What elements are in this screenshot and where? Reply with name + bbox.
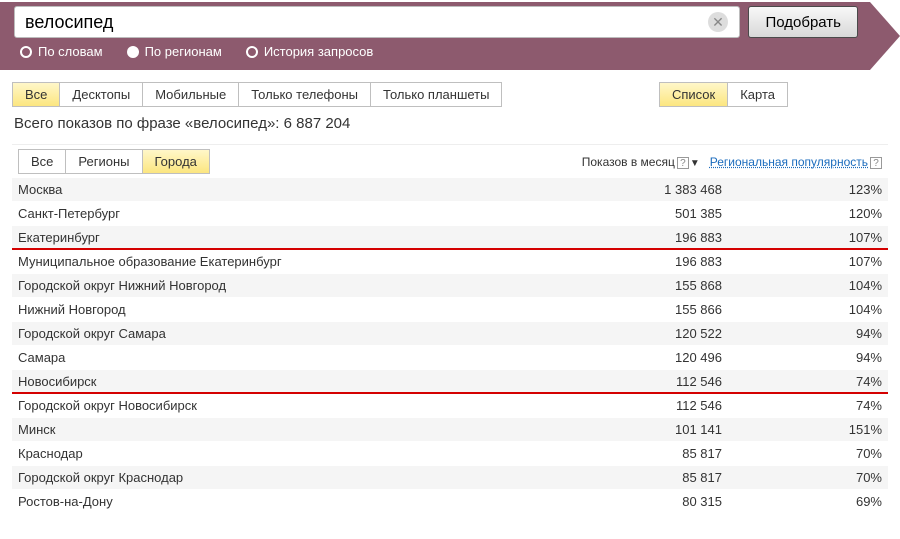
table-row[interactable]: Муниципальное образование Екатеринбург19… xyxy=(12,250,888,274)
cell-popularity: 107% xyxy=(722,230,882,245)
table-row[interactable]: Городской округ Нижний Новгород155 86810… xyxy=(12,274,888,298)
cell-impressions: 196 883 xyxy=(562,230,722,245)
cell-popularity: 120% xyxy=(722,206,882,221)
device-tabs: Все Десктопы Мобильные Только телефоны Т… xyxy=(12,82,502,107)
help-icon[interactable]: ? xyxy=(870,157,882,169)
cell-popularity: 94% xyxy=(722,350,882,365)
cell-impressions: 85 817 xyxy=(562,446,722,461)
tab-all-devices[interactable]: Все xyxy=(12,82,60,107)
data-table: Москва1 383 468123%Санкт-Петербург501 38… xyxy=(12,178,888,514)
view-tabs: Список Карта xyxy=(659,82,788,107)
cell-impressions: 112 546 xyxy=(562,398,722,413)
cell-region-name: Городской округ Нижний Новгород xyxy=(18,278,562,293)
cell-region-name: Москва xyxy=(18,182,562,197)
cell-popularity: 107% xyxy=(722,254,882,269)
mode-regions[interactable]: По регионам xyxy=(127,44,222,59)
radio-icon xyxy=(127,46,139,58)
tab-scope-regions[interactable]: Регионы xyxy=(65,149,142,174)
cell-impressions: 120 522 xyxy=(562,326,722,341)
cell-popularity: 69% xyxy=(722,494,882,509)
cell-popularity: 74% xyxy=(722,398,882,413)
mode-label: История запросов xyxy=(264,44,374,59)
cell-impressions: 196 883 xyxy=(562,254,722,269)
cell-impressions: 155 868 xyxy=(562,278,722,293)
tab-phones-only[interactable]: Только телефоны xyxy=(238,82,371,107)
cell-impressions: 101 141 xyxy=(562,422,722,437)
cell-popularity: 104% xyxy=(722,278,882,293)
table-row[interactable]: Новосибирск112 54674% xyxy=(12,370,888,394)
table-row[interactable]: Краснодар85 81770% xyxy=(12,442,888,466)
cell-region-name: Санкт-Петербург xyxy=(18,206,562,221)
cell-region-name: Ростов-на-Дону xyxy=(18,494,562,509)
cell-region-name: Новосибирск xyxy=(18,374,562,389)
scope-tabs: Все Регионы Города xyxy=(18,149,210,174)
cell-impressions: 85 817 xyxy=(562,470,722,485)
table-row[interactable]: Самара120 49694% xyxy=(12,346,888,370)
sort-desc-icon: ▼ xyxy=(690,158,700,169)
search-input[interactable] xyxy=(14,6,740,38)
col-label: Региональная популярность xyxy=(710,155,868,169)
cell-popularity: 74% xyxy=(722,374,882,389)
help-icon[interactable]: ? xyxy=(677,157,689,169)
mode-radio-group: По словам По регионам История запросов xyxy=(12,38,888,59)
cell-region-name: Городской округ Краснодар xyxy=(18,470,562,485)
cell-region-name: Самара xyxy=(18,350,562,365)
cell-popularity: 94% xyxy=(722,326,882,341)
table-row[interactable]: Санкт-Петербург501 385120% xyxy=(12,202,888,226)
table-row[interactable]: Городской округ Краснодар85 81770% xyxy=(12,466,888,490)
radio-icon xyxy=(20,46,32,58)
table-row[interactable]: Городской округ Самара120 52294% xyxy=(12,322,888,346)
tab-desktops[interactable]: Десктопы xyxy=(59,82,143,107)
cell-popularity: 104% xyxy=(722,302,882,317)
cell-region-name: Муниципальное образование Екатеринбург xyxy=(18,254,562,269)
cell-region-name: Нижний Новгород xyxy=(18,302,562,317)
mode-history[interactable]: История запросов xyxy=(246,44,374,59)
cell-impressions: 120 496 xyxy=(562,350,722,365)
mode-words[interactable]: По словам xyxy=(20,44,103,59)
cell-impressions: 80 315 xyxy=(562,494,722,509)
table-row[interactable]: Ростов-на-Дону80 31569% xyxy=(12,490,888,514)
cell-impressions: 112 546 xyxy=(562,374,722,389)
device-tabs-row: Все Десктопы Мобильные Только телефоны Т… xyxy=(12,82,888,107)
col-label: Показов в месяц xyxy=(582,155,675,169)
clear-icon[interactable]: ✕ xyxy=(708,12,728,32)
tab-scope-all[interactable]: Все xyxy=(18,149,66,174)
summary-text: Всего показов по фразе «велосипед»: 6 88… xyxy=(14,115,888,132)
cell-popularity: 123% xyxy=(722,182,882,197)
tab-map-view[interactable]: Карта xyxy=(727,82,788,107)
table-row[interactable]: Москва1 383 468123% xyxy=(12,178,888,202)
tab-list-view[interactable]: Список xyxy=(659,82,728,107)
tab-scope-cities[interactable]: Города xyxy=(142,149,210,174)
tab-mobile[interactable]: Мобильные xyxy=(142,82,239,107)
search-strip: ✕ Подобрать По словам По регионам Истори… xyxy=(12,2,888,70)
tab-tablets-only[interactable]: Только планшеты xyxy=(370,82,502,107)
cell-impressions: 1 383 468 xyxy=(562,182,722,197)
table-header: Все Регионы Города Показов в месяц?▼ Рег… xyxy=(12,144,888,178)
mode-label: По словам xyxy=(38,44,103,59)
cell-popularity: 70% xyxy=(722,446,882,461)
table-row[interactable]: Нижний Новгород155 866104% xyxy=(12,298,888,322)
radio-icon xyxy=(246,46,258,58)
mode-label: По регионам xyxy=(145,44,222,59)
cell-region-name: Минск xyxy=(18,422,562,437)
col-impressions[interactable]: Показов в месяц?▼ xyxy=(582,155,700,169)
cell-popularity: 151% xyxy=(722,422,882,437)
table-row[interactable]: Минск101 141151% xyxy=(12,418,888,442)
cell-impressions: 155 866 xyxy=(562,302,722,317)
cell-popularity: 70% xyxy=(722,470,882,485)
submit-button[interactable]: Подобрать xyxy=(748,6,858,38)
cell-region-name: Городской округ Самара xyxy=(18,326,562,341)
table-row[interactable]: Городской округ Новосибирск112 54674% xyxy=(12,394,888,418)
cell-region-name: Краснодар xyxy=(18,446,562,461)
cell-impressions: 501 385 xyxy=(562,206,722,221)
cell-region-name: Екатеринбург xyxy=(18,230,562,245)
col-popularity[interactable]: Региональная популярность? xyxy=(710,155,882,169)
cell-region-name: Городской округ Новосибирск xyxy=(18,398,562,413)
table-row[interactable]: Екатеринбург196 883107% xyxy=(12,226,888,250)
